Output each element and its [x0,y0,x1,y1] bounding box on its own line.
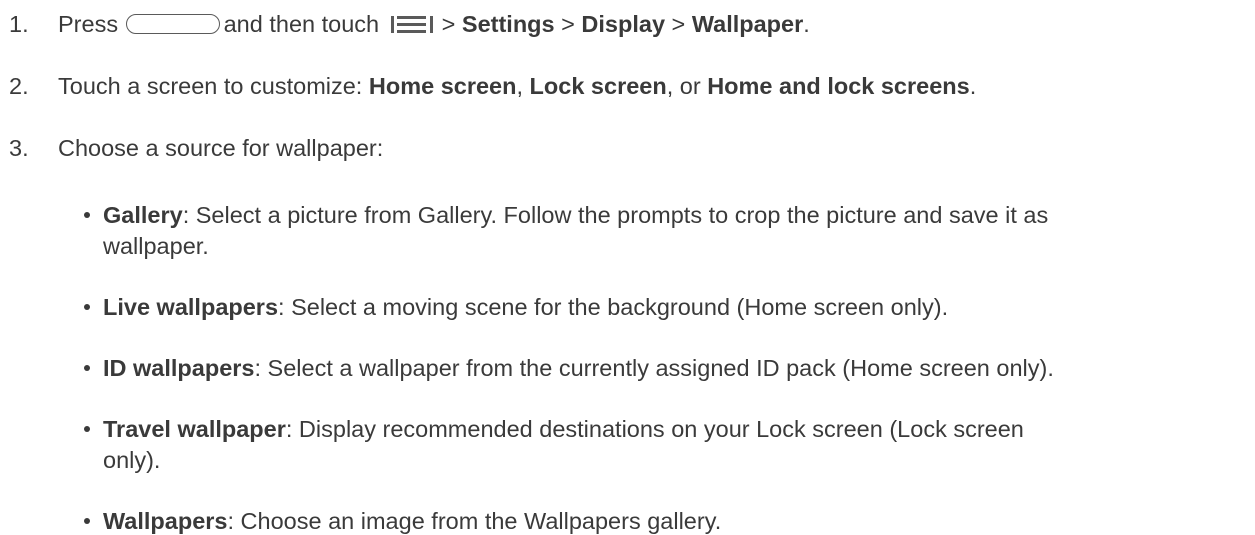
source-desc-cont: only). [103,447,161,473]
list-item-text: Travel wallpaper: Display recommended de… [103,415,1024,443]
or-label: , or [666,73,708,99]
step-text: Press and then touch > Settings > Displa… [58,10,810,38]
source-term: Gallery [103,202,183,228]
source-desc: : Select a wallpaper from the currently … [254,355,1054,381]
home-button-icon [125,14,220,34]
source-desc: : Select a moving scene for the backgrou… [278,294,949,320]
comma: , [516,73,530,99]
then-touch-label: and then touch [223,11,380,37]
home-and-lock-option: Home and lock screens [707,73,970,99]
separator: > [671,11,686,37]
source-term: ID wallpapers [103,355,255,381]
source-term: Wallpapers [103,508,228,534]
separator: > [561,11,575,37]
step-number: 1. [9,11,29,37]
bullet-dot [84,212,90,218]
source-term: Travel wallpaper [103,416,286,442]
home-screen-option: Home screen [368,73,517,99]
step-number: 2. [9,73,29,99]
bullet-dot [84,365,90,371]
list-item-text: Wallpapers: Choose an image from the Wal… [103,507,721,535]
separator: > [441,11,456,37]
press-label: Press [58,11,119,37]
source-term: Live wallpapers [103,294,279,320]
bullet-dot [84,304,90,310]
step-text: Touch a screen to customize: Home screen… [58,72,976,100]
settings-label: Settings [461,11,555,37]
step-lead: Touch a screen to customize: [58,73,369,99]
period: . [803,11,810,37]
step-number: 3. [9,135,29,161]
source-desc: : Select a picture from Gallery. Follow … [182,202,1049,228]
list-item-text: ID wallpapers: Select a wallpaper from t… [103,354,1054,382]
display-label: Display [581,11,666,37]
source-desc: : Display recommended destinations on yo… [285,416,1024,442]
source-desc-cont: wallpaper. [103,233,209,259]
step-text: Choose a source for wallpaper: [58,135,384,161]
source-desc: : Choose an image from the Wallpapers ga… [227,508,722,534]
menu-key-icon [390,16,433,33]
list-item-text: Gallery: Select a picture from Gallery. … [103,201,1048,229]
wallpaper-label: Wallpaper [691,11,804,37]
period: . [969,73,977,99]
bullet-dot [84,426,90,432]
lock-screen-option: Lock screen [529,73,667,99]
bullet-dot [84,518,90,524]
list-item-text: Live wallpapers: Select a moving scene f… [103,293,948,321]
